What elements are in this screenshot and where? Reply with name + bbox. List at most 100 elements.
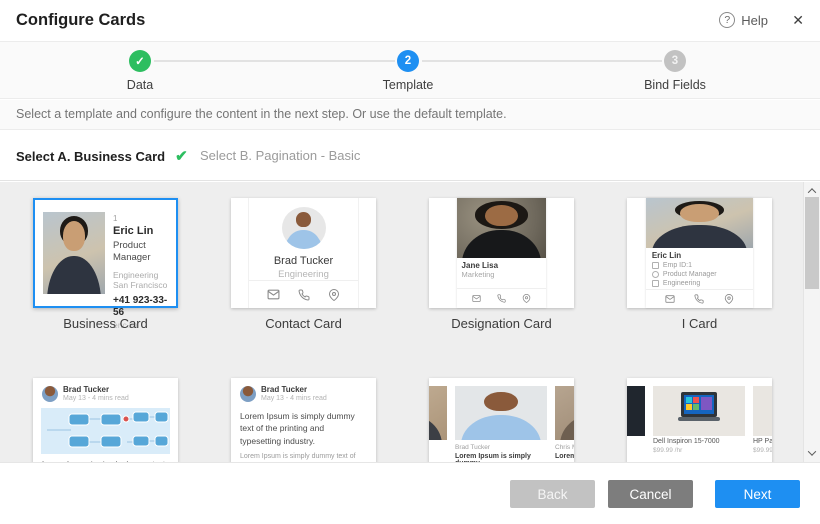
step-data-circle[interactable]: ✓ [129,50,151,72]
template-label-designation: Designation Card [429,316,574,331]
carousel-item-right: HP Pavil $99.99 50 Avail [753,386,772,462]
person-title: Product Manager [113,240,168,264]
help-icon: ? [719,12,735,28]
product-rate: $99.99 /hr [653,447,745,454]
template-card-contact[interactable]: Brad Tucker Engineering [231,198,376,308]
check-icon: ✔ [175,147,188,165]
laptop-image [653,386,745,436]
record-index: 1 [113,214,168,224]
badge-icon [652,262,659,269]
product-name: HP Pavil [753,438,772,445]
carousel-item-center: Brad Tucker Lorem Ipsum is simply dummy … [455,386,547,462]
template-card-business[interactable]: 1 Eric Lin Product Manager Engineering S… [33,198,178,308]
wizard-stepper: ✓ Data 2 Template 3 Bind Fields [0,42,820,99]
brad-tucker-avatar [282,207,326,249]
mail-icon[interactable] [267,288,280,301]
close-icon[interactable]: ✕ [792,12,804,29]
template-card-feed-diagram[interactable]: Brad Tucker May 13 - 4 mins read Lorem I… [33,378,178,462]
template-card-designation[interactable]: Jane Lisa Marketing [429,198,574,308]
author-avatar [240,386,256,402]
step-template-circle[interactable]: 2 [397,50,419,72]
location-icon[interactable] [328,289,340,301]
person-name: Brad Tucker [274,255,333,267]
eric-lin-photo [43,212,105,294]
eric-lin-photo [646,198,753,248]
author-avatar [42,386,58,402]
carousel-author: Chris Madison [555,444,574,451]
person-name: Jane Lisa [457,258,547,270]
location-icon[interactable] [724,294,734,304]
person-name: Eric Lin [113,225,168,239]
carousel-item-right: Chris Madison Lorem Ipsum is a Lorem Ips… [555,386,574,462]
template-grid: 1 Eric Lin Product Manager Engineering S… [0,182,803,462]
contact-actions [249,280,357,308]
phone-icon[interactable] [497,294,506,303]
person-emp-id: Emp ID:1 [663,262,692,269]
selector-a-label: Select A. Business Card [16,149,165,164]
vertical-scrollbar[interactable] [803,182,820,462]
back-button[interactable]: Back [510,480,595,508]
person-name: Eric Lin [646,248,753,261]
feed-author: Brad Tucker [261,385,327,395]
help-button[interactable]: ? Help [719,12,768,28]
role-icon [652,271,659,278]
flowchart-image [41,408,170,454]
template-label-contact: Contact Card [231,316,376,331]
product-rate: $99.99 [753,447,772,454]
contact-actions [646,289,753,308]
help-label: Help [741,13,768,28]
step-connector [422,60,662,62]
feed-meta: May 13 - 4 mins read [261,395,327,403]
contact-actions [457,288,547,308]
next-button[interactable]: Next [715,480,800,508]
scrollbar-down-arrow[interactable] [804,446,820,460]
step-bind-fields-circle[interactable]: 3 [664,50,686,72]
carousel-author: Brad Tucker [455,444,547,451]
carousel-title: Lorem Ipsum is simply dummy [455,453,547,462]
carousel-title: Lorem Ipsum is a [555,453,574,460]
step-template-label: Template [348,78,468,92]
person-city: San Francisco [113,280,168,291]
template-card-feed-text[interactable]: Brad Tucker May 13 - 4 mins read Lorem I… [231,378,376,462]
person-department: Engineering [663,280,700,287]
carousel-item-left: dummy mmy text of the [429,386,447,462]
carousel-item-center: Dell Inspiron 15-7000 $99.99 /hr 50 Avai… [653,386,745,462]
template-card-product-carousel[interactable]: Dell Inspiron 15-7000 $99.99 /hr 50 Avai… [627,378,772,462]
phone-icon[interactable] [298,289,310,301]
feed-meta: May 13 - 4 mins read [63,395,129,403]
person-title: Product Manager [663,271,717,278]
dialog-footer: Back Cancel Next [0,462,820,524]
feed-author: Brad Tucker [63,385,129,395]
person-department: Marketing [457,270,547,279]
selector-a-business-card[interactable]: Select A. Business Card ✔ [16,147,188,165]
carousel-title: dummy [429,453,447,460]
location-icon[interactable] [522,294,531,303]
mail-icon[interactable] [665,294,675,304]
mail-icon[interactable] [472,294,481,303]
department-icon [652,280,659,287]
step-connector [154,60,395,62]
phone-icon[interactable] [694,294,704,304]
feed-body: Lorem Ipsum is simply dummy text of the … [231,447,376,462]
instruction-text: Select a template and configure the cont… [0,100,820,130]
selector-b-pagination-basic[interactable]: Select B. Pagination - Basic [200,148,360,163]
scrollbar-up-arrow[interactable] [804,184,820,198]
feed-excerpt: Lorem Ipsum is simply dummy text of the … [33,454,178,462]
laptop-image-partial [753,386,772,436]
product-name: Dell Inspiron 15-7000 [653,438,745,445]
jane-lisa-photo [457,198,547,258]
template-card-i-card[interactable]: Eric Lin Emp ID:1 Product Manager Engine… [627,198,772,308]
step-data-label: Data [80,78,200,92]
step-bind-fields-label: Bind Fields [615,78,735,92]
person-department: Engineering [113,270,168,281]
cancel-button[interactable]: Cancel [608,480,693,508]
scrollbar-thumb[interactable] [805,197,819,289]
template-label-i-card: I Card [627,316,772,331]
product-image-partial-left [627,386,645,436]
dialog-header: Configure Cards ? Help ✕ [0,0,820,42]
person-department: Engineering [278,269,329,280]
feed-lead: Lorem Ipsum is simply dummy text of the … [231,407,376,447]
template-card-people-carousel[interactable]: dummy mmy text of the Brad Tucker Lorem … [429,378,574,462]
selector-row: Select A. Business Card ✔ Select B. Pagi… [0,130,820,181]
page-title: Configure Cards [16,11,145,30]
